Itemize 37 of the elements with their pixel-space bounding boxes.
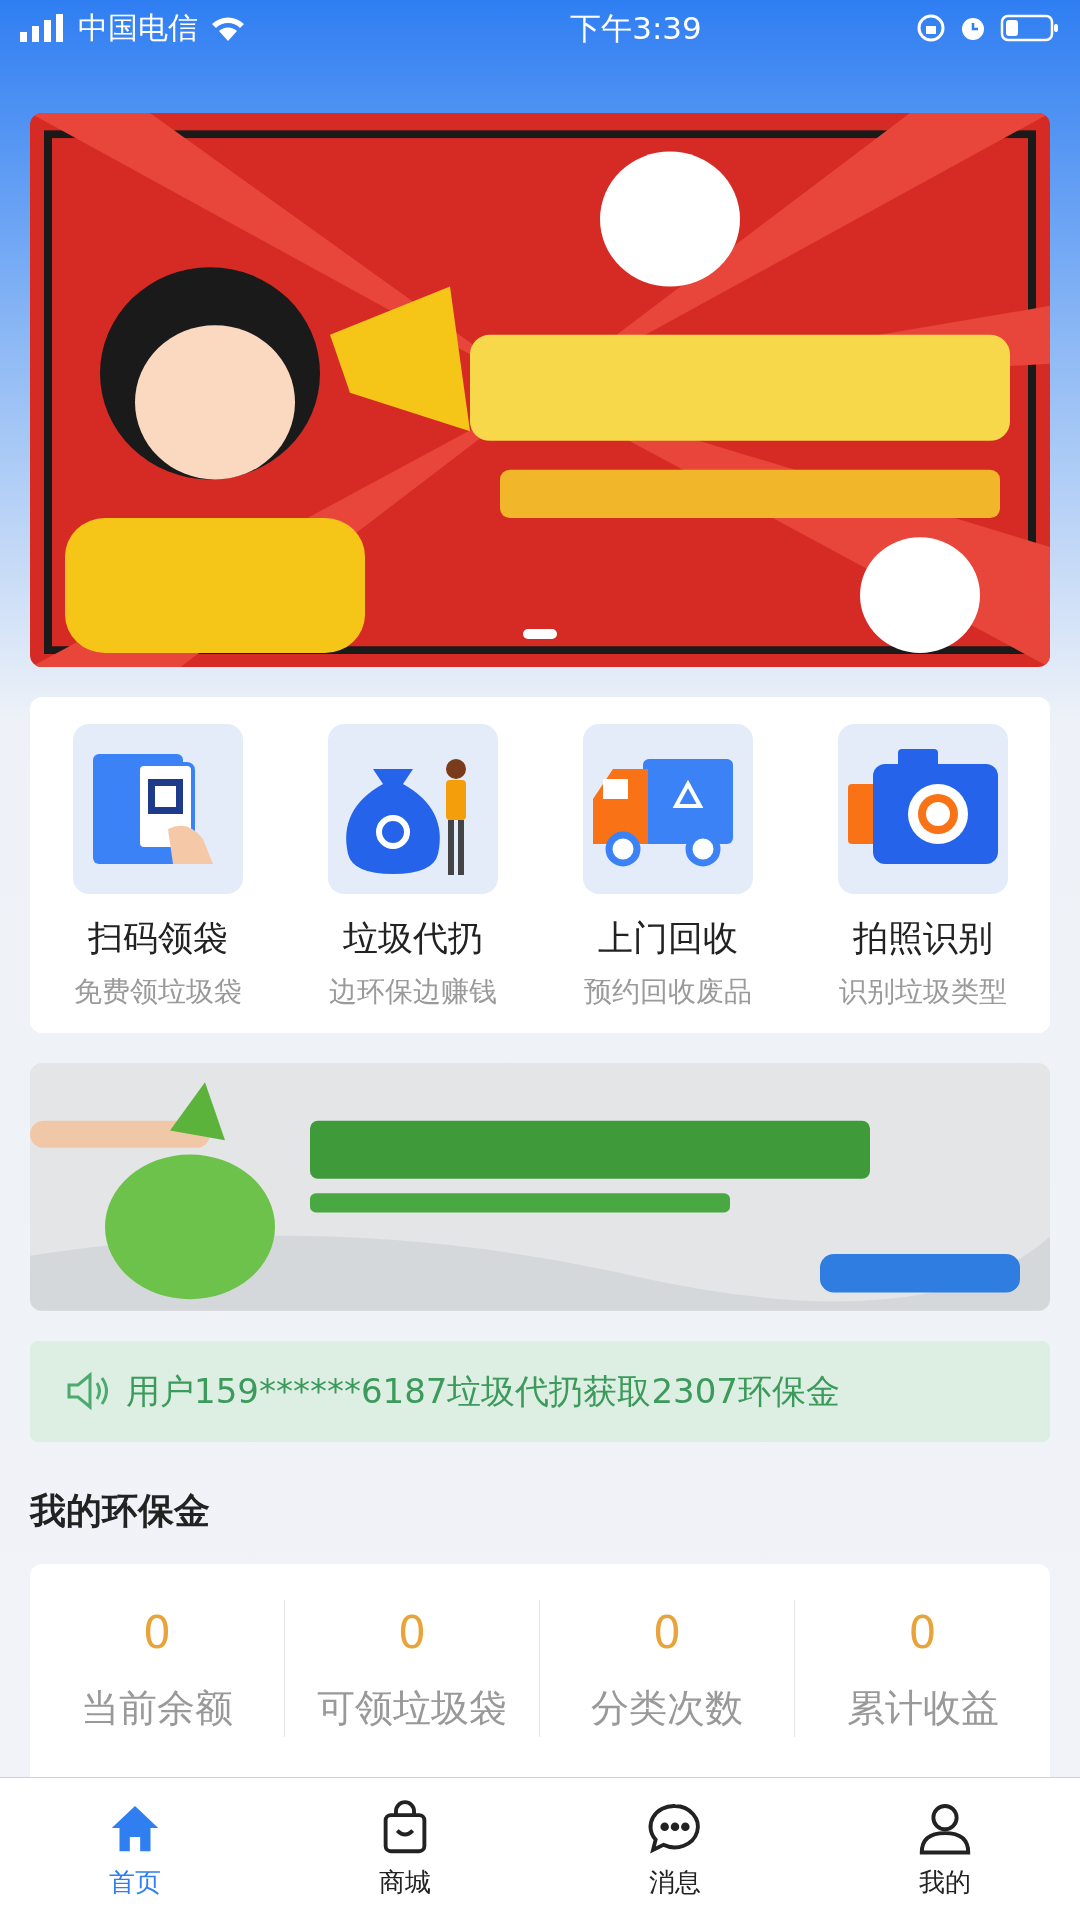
notice-text: 用户159******6187垃圾代扔获取2307环保金 bbox=[126, 1369, 840, 1413]
service-item[interactable]: 上门回收 预约回收废品 bbox=[540, 724, 795, 1013]
service-item[interactable]: 拍照识别 识别垃圾类型 bbox=[795, 724, 1050, 1013]
stat-label: 可领垃圾袋 bbox=[317, 1685, 507, 1732]
signal-icon bbox=[20, 13, 66, 42]
money-bag-icon bbox=[327, 724, 498, 895]
stat-value: 0 bbox=[398, 1606, 426, 1660]
service-title: 垃圾代扔 bbox=[342, 917, 483, 961]
stat-label: 当前余额 bbox=[81, 1685, 233, 1732]
service-subtitle: 免费领垃圾袋 bbox=[73, 973, 242, 1010]
service-item[interactable]: 垃圾代扔 边环保边赚钱 bbox=[285, 724, 540, 1013]
stat-value: 0 bbox=[143, 1606, 171, 1660]
tab-item[interactable]: 我的 bbox=[810, 1778, 1080, 1920]
carousel-indicator bbox=[523, 629, 557, 640]
stat-label: 分类次数 bbox=[591, 1685, 743, 1732]
service-title: 扫码领袋 bbox=[87, 917, 228, 961]
stat-value: 0 bbox=[653, 1606, 681, 1660]
service-title: 拍照识别 bbox=[852, 917, 993, 961]
stat-label: 累计收益 bbox=[846, 1685, 999, 1732]
tab-item[interactable]: 首页 bbox=[0, 1778, 270, 1920]
battery-icon bbox=[1000, 12, 1060, 43]
service-subtitle: 识别垃圾类型 bbox=[838, 973, 1007, 1010]
service-title: 上门回收 bbox=[597, 917, 738, 961]
truck-icon bbox=[582, 724, 753, 895]
speaker-icon bbox=[66, 1371, 110, 1412]
rotation-lock-icon bbox=[916, 12, 946, 43]
service-subtitle: 预约回收废品 bbox=[583, 973, 752, 1010]
carrier-name: 中国电信 bbox=[78, 9, 198, 48]
service-subtitle: 边环保边赚钱 bbox=[328, 973, 497, 1010]
qr-phone-icon bbox=[72, 724, 243, 895]
clock-time: 下午3:39 bbox=[570, 8, 702, 48]
stat-value: 0 bbox=[908, 1606, 937, 1660]
tab-item[interactable]: 消息 bbox=[540, 1778, 810, 1920]
service-item[interactable]: 扫码领袋 免费领垃圾袋 bbox=[30, 724, 285, 1013]
camera-icon bbox=[837, 724, 1008, 895]
section-title: 我的环保金 bbox=[30, 1489, 211, 1533]
tab-item[interactable]: 商城 bbox=[270, 1778, 540, 1920]
